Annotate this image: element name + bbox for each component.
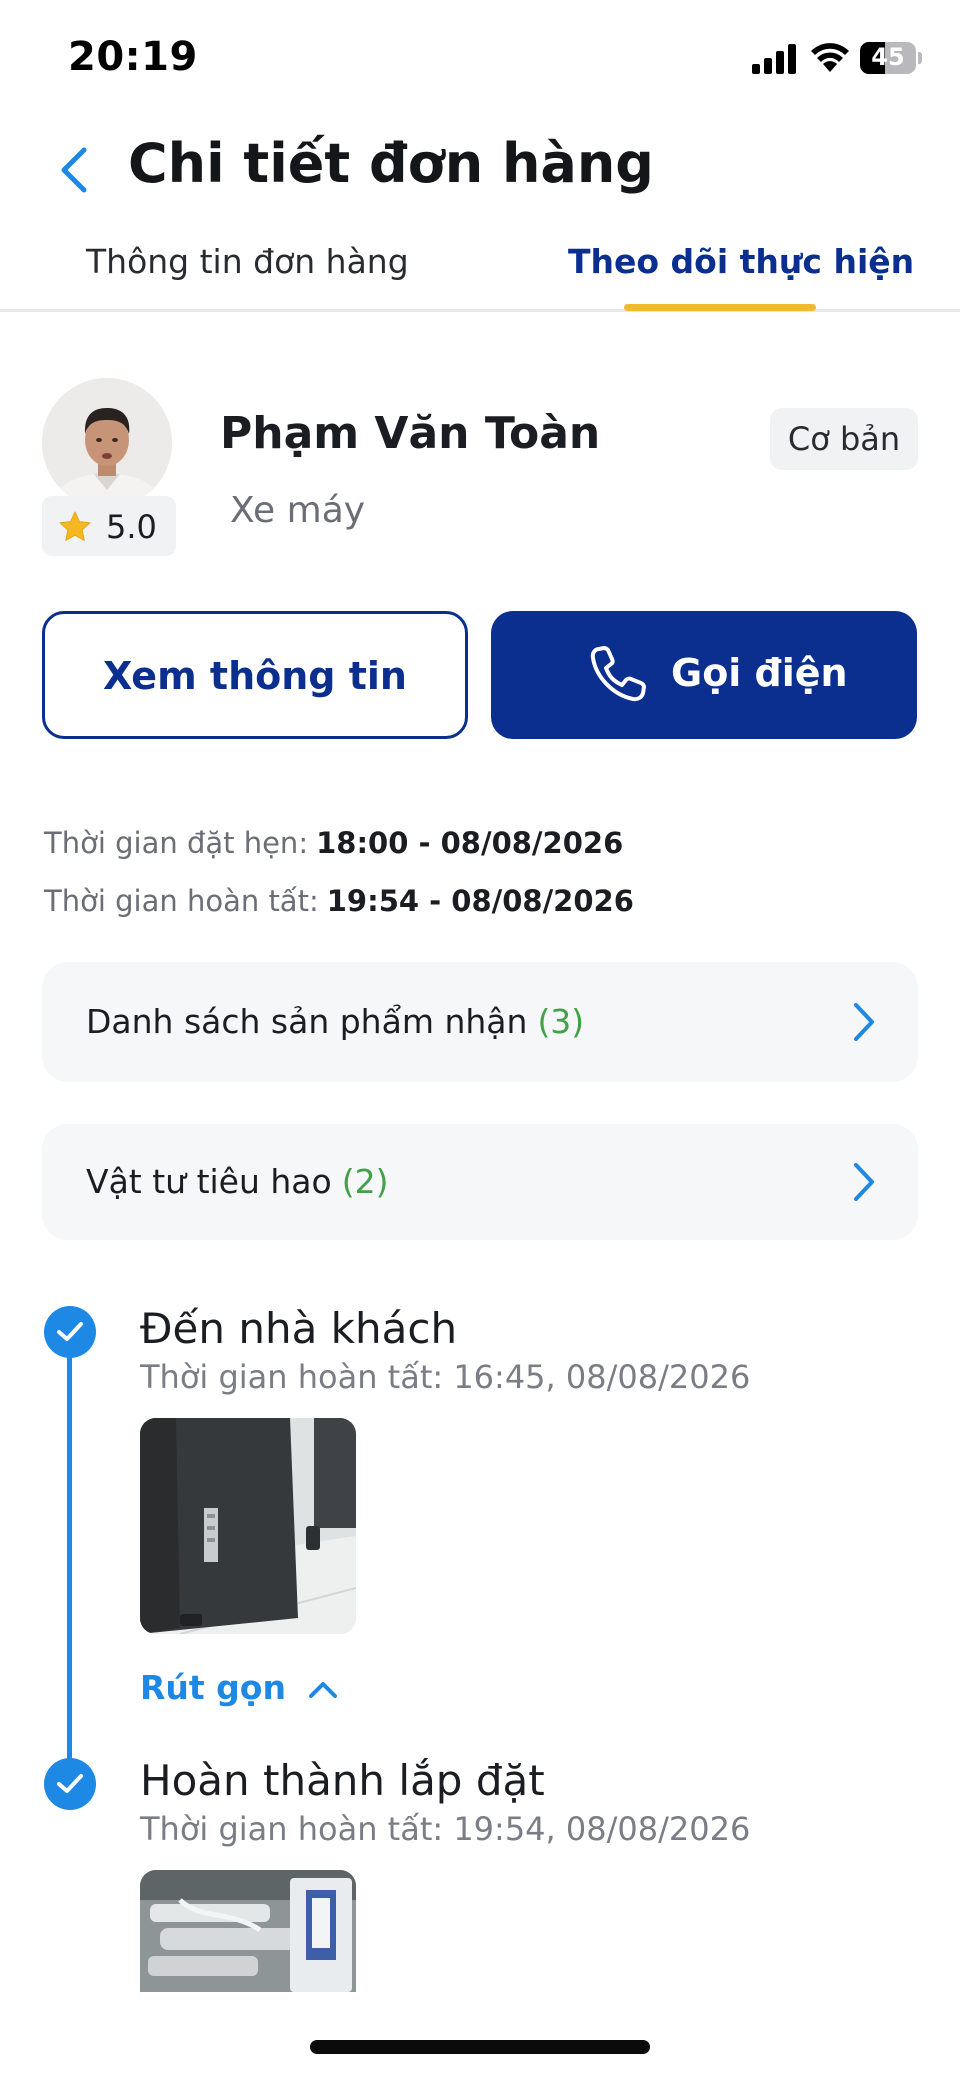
step-title-installed: Hoàn thành lắp đặt: [140, 1756, 545, 1805]
rating-value: 5.0: [106, 508, 157, 546]
phone-icon: [590, 646, 646, 702]
view-info-label: Xem thông tin: [103, 654, 407, 698]
installation-photo-image: [140, 1870, 356, 1992]
appointment-time-label: Thời gian đặt hẹn:: [44, 826, 309, 860]
check-icon: [57, 1322, 83, 1341]
tab-active-indicator: [624, 304, 816, 311]
completion-time: Thời gian hoàn tất: 19:54 - 08/08/2026: [44, 884, 634, 918]
back-button[interactable]: [50, 140, 100, 200]
chevron-up-icon: [309, 1682, 337, 1698]
step-time-arrived: Thời gian hoàn tất: 16:45, 08/08/2026: [140, 1358, 751, 1396]
consumables-label: Vật tư tiêu hao: [86, 1162, 332, 1201]
battery-percent: 45: [871, 43, 905, 71]
consumables-card[interactable]: Vật tư tiêu hao (2): [42, 1124, 918, 1240]
tab-tracking[interactable]: Theo dõi thực hiện: [568, 242, 914, 281]
wifi-icon: [811, 43, 849, 72]
rating-badge: 5.0: [42, 496, 176, 556]
consumables-count: (2): [341, 1162, 389, 1201]
completion-time-label: Thời gian hoàn tất:: [44, 884, 319, 918]
appointment-time-value: 18:00 - 08/08/2026: [316, 826, 624, 860]
chevron-left-icon: [61, 147, 87, 193]
driver-name: Phạm Văn Toàn: [220, 408, 601, 459]
call-button[interactable]: Gọi điện: [491, 611, 917, 739]
chevron-right-icon: [854, 1163, 874, 1201]
timeline-step-marker: [44, 1758, 96, 1810]
page-title: Chi tiết đơn hàng: [128, 132, 654, 195]
status-bar: 20:19 45: [0, 0, 960, 110]
installation-photo[interactable]: [140, 1870, 356, 1992]
vehicle-type: Xe máy: [230, 490, 366, 531]
arrival-photo[interactable]: [140, 1418, 356, 1634]
received-products-card[interactable]: Danh sách sản phẩm nhận (3): [42, 962, 918, 1082]
tab-order-info[interactable]: Thông tin đơn hàng: [86, 242, 409, 281]
check-icon: [57, 1774, 83, 1793]
received-products-label: Danh sách sản phẩm nhận: [86, 1002, 528, 1041]
card-label: Vật tư tiêu hao (2): [86, 1162, 388, 1201]
step-time-installed: Thời gian hoàn tất: 19:54, 08/08/2026: [140, 1810, 751, 1848]
step-title-arrived: Đến nhà khách: [140, 1304, 458, 1353]
home-indicator: [310, 2040, 650, 2054]
appointment-time: Thời gian đặt hẹn: 18:00 - 08/08/2026: [44, 826, 623, 860]
timeline-step-marker: [44, 1306, 96, 1358]
card-label: Danh sách sản phẩm nhận (3): [86, 1002, 584, 1041]
received-products-count: (3): [537, 1002, 585, 1041]
tier-badge: Cơ bản: [770, 408, 918, 470]
tab-bar: Thông tin đơn hàng Theo dõi thực hiện: [0, 232, 960, 312]
view-info-button[interactable]: Xem thông tin: [42, 611, 468, 739]
driver-photo: [42, 378, 172, 508]
chevron-right-icon: [854, 1003, 874, 1041]
arrival-photo-image: [140, 1418, 356, 1634]
star-icon: [59, 511, 91, 541]
call-label: Gọi điện: [671, 651, 848, 695]
signal-icon: [752, 44, 796, 74]
collapse-button[interactable]: Rút gọn: [140, 1668, 337, 1716]
completion-time-value: 19:54 - 08/08/2026: [326, 884, 634, 918]
status-time: 20:19: [68, 34, 198, 80]
timeline-line: [67, 1320, 72, 1780]
collapse-label: Rút gọn: [140, 1668, 286, 1707]
avatar: [42, 378, 172, 508]
battery-icon: 45: [860, 42, 922, 74]
